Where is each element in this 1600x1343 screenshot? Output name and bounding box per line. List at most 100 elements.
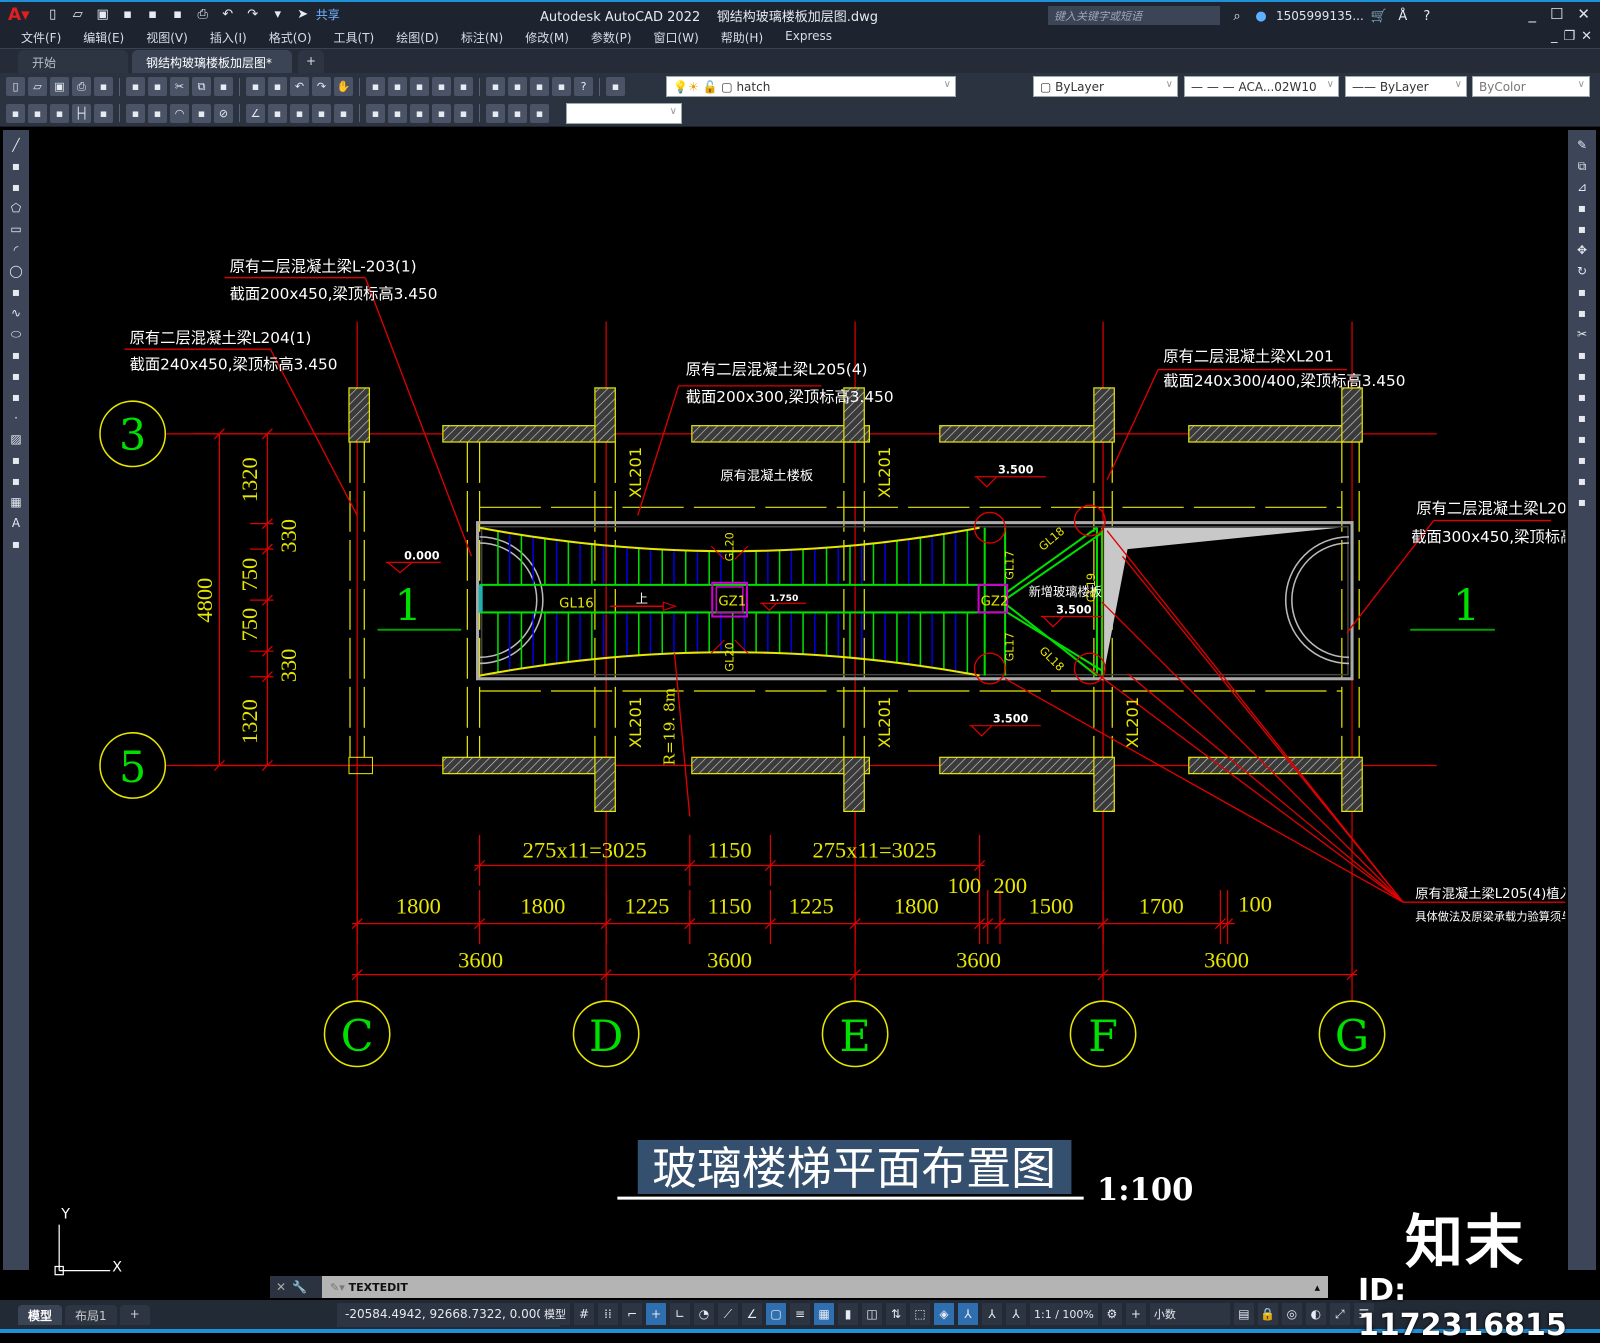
transparency-icon[interactable]: ▦ [814, 1303, 834, 1325]
line-icon[interactable]: ╱ [7, 136, 25, 153]
open-icon[interactable]: ▱ [28, 77, 47, 96]
calculator-icon[interactable]: ▪ [552, 77, 571, 96]
stretch-icon[interactable]: ▪ [1573, 304, 1591, 321]
new-tab-button[interactable]: + [298, 49, 325, 74]
doc-close-button[interactable]: ✕ [1581, 29, 1592, 44]
ellipse-icon[interactable]: ⬭ [7, 325, 25, 342]
polygon-icon[interactable]: ⬠ [7, 199, 25, 216]
print-icon[interactable]: ⎙ [194, 6, 212, 24]
tool-palettes-icon[interactable]: ▪ [486, 77, 505, 96]
scale-icon[interactable]: ▪ [1573, 283, 1591, 300]
zoom-previous-icon[interactable]: ▪ [410, 77, 429, 96]
sheet-set-icon[interactable]: ▪ [508, 77, 527, 96]
close-command-icon[interactable]: ✕ [276, 1280, 286, 1294]
polar-icon[interactable]: ◔ [694, 1303, 714, 1325]
hatch-icon[interactable]: ▨ [7, 430, 25, 447]
dropdown-icon[interactable]: ▾ [269, 6, 287, 24]
new-icon[interactable]: ▯ [6, 77, 25, 96]
menu-item[interactable]: 绘图(D) [385, 29, 450, 46]
circle-icon[interactable]: ◯ [7, 262, 25, 279]
quick-properties-icon[interactable]: ▤ [1233, 1303, 1254, 1325]
array-icon[interactable]: ▪ [1573, 220, 1591, 237]
menu-item[interactable]: 窗口(W) [643, 29, 710, 46]
gradient-icon[interactable]: ▪ [7, 451, 25, 468]
customize-icon[interactable]: 🔧 [292, 1280, 307, 1294]
dim-space-icon[interactable]: ▪ [334, 103, 353, 123]
insert-block-icon[interactable]: ▪ [7, 367, 25, 384]
jogged-icon[interactable]: ▪ [192, 103, 211, 123]
paste-icon[interactable]: ▪ [214, 77, 233, 96]
ortho-icon[interactable]: ∟ [670, 1303, 690, 1325]
cut-icon[interactable]: ✂ [170, 77, 189, 96]
gizmo-icon[interactable]: ◈ [934, 1303, 954, 1325]
layout-tab[interactable]: 布局1 [65, 1304, 117, 1325]
edit-icon[interactable]: ▪ [6, 103, 25, 123]
search-input[interactable]: 键入关键字或短语 [1048, 6, 1220, 25]
share-icon[interactable]: ➤ [294, 6, 312, 24]
arc-icon[interactable]: ◜ [7, 241, 25, 258]
undo-icon[interactable]: ↶ [290, 77, 309, 96]
minimize-button[interactable]: _ [1528, 5, 1536, 23]
ellipse-arc-icon[interactable]: ▪ [7, 346, 25, 363]
plotstyle-dropdown[interactable]: ByColor ∨ [1472, 76, 1590, 97]
command-history-icon[interactable]: ▴ [1314, 1281, 1320, 1294]
revcloud-icon[interactable]: ▪ [7, 283, 25, 300]
arc-length-icon[interactable]: ▪ [126, 103, 145, 123]
save-as-icon[interactable]: ▪ [119, 6, 137, 24]
dim-edit-icon[interactable]: ▪ [486, 103, 505, 123]
close-button[interactable]: ✕ [1577, 5, 1590, 23]
layout-tab[interactable]: 模型 [18, 1304, 63, 1325]
command-line[interactable]: ✕ 🔧 ✎▾ TEXTEDIT ▴ [270, 1276, 1328, 1298]
match-properties-icon[interactable]: ▪ [246, 77, 265, 96]
markup-icon[interactable]: ▪ [530, 77, 549, 96]
menu-item[interactable]: 工具(T) [323, 29, 386, 46]
cart-icon[interactable]: 🛒 [1370, 7, 1388, 25]
break-icon[interactable]: ▪ [1573, 388, 1591, 405]
autocad-logo-icon[interactable]: A▾ [8, 5, 30, 25]
doc-minimize-button[interactable]: _ [1551, 29, 1558, 44]
selection-filter-icon[interactable]: ⬚ [910, 1303, 930, 1325]
dynamic-ucs-icon[interactable]: ⇅ [886, 1303, 906, 1325]
fillet-icon[interactable]: ▪ [1573, 451, 1591, 468]
erase-icon[interactable]: ✎ [1573, 136, 1591, 153]
zoom-window-icon[interactable]: ▪ [388, 77, 407, 96]
join-icon[interactable]: ▪ [1573, 409, 1591, 426]
drawing-canvas[interactable]: 3 5 C D E F G 1 1 原有二层混凝土梁L-203(1) 截面200… [0, 0, 1600, 1333]
spline-icon[interactable]: ∿ [7, 304, 25, 321]
lock-ui-icon[interactable]: 🔒 [1257, 1303, 1278, 1325]
command-text[interactable]: ✎▾ TEXTEDIT [330, 1281, 408, 1294]
ordinate-icon[interactable]: ▪ [148, 103, 167, 123]
explode-icon[interactable]: ▪ [1573, 493, 1591, 510]
properties-icon[interactable]: ▪ [432, 77, 451, 96]
redo-icon[interactable]: ↷ [244, 6, 262, 24]
annotation-visibility-icon[interactable]: ⅄ [958, 1303, 978, 1325]
layer-dropdown[interactable]: 💡☀ 🔓 ▢ hatch ∨ [666, 76, 956, 97]
maximize-button[interactable]: ☐ [1550, 5, 1563, 23]
check-icon[interactable]: ▪ [28, 103, 47, 123]
tolerance-icon[interactable]: ▪ [388, 103, 407, 123]
mtext-icon[interactable]: A [7, 514, 25, 531]
layers-icon[interactable]: ▪ [50, 103, 69, 123]
dim-update-icon[interactable]: ▪ [530, 103, 549, 123]
menu-item[interactable]: 帮助(H) [710, 29, 774, 46]
blend-icon[interactable]: ▪ [1573, 472, 1591, 489]
add-layout-button[interactable]: + [119, 1304, 150, 1325]
workspace-gear-icon[interactable]: ⚙ [1101, 1303, 1122, 1325]
dim-break-icon[interactable]: ▪ [366, 103, 385, 123]
clean-screen-icon[interactable]: ⤢ [1329, 1303, 1350, 1325]
2d-osnap-icon[interactable]: ▢ [766, 1303, 786, 1325]
3d-print-icon[interactable]: ▪ [148, 77, 167, 96]
layer-properties-icon[interactable]: ▪ [606, 77, 625, 96]
grid-icon[interactable]: # [574, 1303, 594, 1325]
baseline-icon[interactable]: ▪ [290, 103, 309, 123]
annotation-monitor-icon[interactable]: + [1125, 1303, 1146, 1325]
new-icon[interactable]: ▯ [44, 6, 62, 24]
autodesk-app-icon[interactable]: Å [1394, 7, 1412, 25]
user-icon[interactable]: ● [1252, 7, 1270, 25]
dim-text-edit-icon[interactable]: ▪ [508, 103, 527, 123]
save-icon[interactable]: ▣ [50, 77, 69, 96]
pan-icon[interactable]: ✋ [334, 77, 353, 96]
block-editor-icon[interactable]: ▪ [268, 77, 287, 96]
menu-item[interactable]: 编辑(E) [72, 29, 135, 46]
menu-item[interactable]: 视图(V) [135, 29, 199, 46]
